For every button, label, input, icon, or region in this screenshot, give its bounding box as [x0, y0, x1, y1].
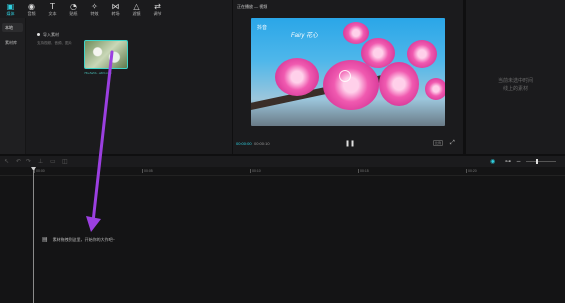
- media-panel: 本地 素材库 导入素材 支持视频、音频、图片 7fbe5a5b...a6f3.m…: [0, 18, 232, 154]
- ruler-tick: 00:15: [358, 169, 369, 173]
- effects-icon: ✧: [91, 1, 98, 11]
- tool-effects-label: 特效: [90, 10, 99, 16]
- fullscreen-icon[interactable]: ⤢: [450, 139, 455, 147]
- tool-text-label: 文本: [48, 10, 57, 16]
- properties-empty-text: 当前未选中时间 线上的素材: [466, 77, 565, 93]
- select-icon[interactable]: ↖: [4, 158, 9, 165]
- blossom: [407, 40, 437, 68]
- play-pause-button[interactable]: ❚❚: [345, 140, 355, 147]
- timeline-drop-hint: ▤ 素材拖拽到这里，开始你的大作吧~: [42, 236, 115, 243]
- tool-text[interactable]: T 文本: [42, 0, 63, 18]
- ruler-tick: 00:10: [250, 169, 261, 173]
- transition-icon: ⋈: [111, 1, 120, 11]
- media-icon: ▣: [6, 1, 15, 11]
- import-hint: 支持视频、音频、图片: [37, 41, 72, 45]
- freeze-icon[interactable]: ◫: [62, 158, 68, 165]
- filter-icon: △: [133, 1, 140, 11]
- delete-icon[interactable]: ▭: [50, 158, 56, 165]
- zoom-out-icon[interactable]: −: [516, 158, 521, 165]
- blossom: [425, 78, 445, 100]
- loading-ring-icon: [339, 70, 351, 82]
- blossom: [343, 22, 369, 44]
- film-icon: ▤: [42, 236, 48, 243]
- properties-empty-line-2: 线上的素材: [502, 86, 528, 92]
- time-ruler[interactable]: 00:00 00:05 00:10 00:15 00:20: [0, 167, 565, 176]
- current-time: 00:00:00: [236, 141, 252, 146]
- tool-sticker-label: 贴纸: [69, 10, 78, 16]
- audio-icon: ◉: [28, 1, 35, 11]
- timeline-area[interactable]: 00:00 00:05 00:10 00:15 00:20: [0, 167, 565, 303]
- tool-filter[interactable]: △ 滤镜: [126, 0, 147, 18]
- sidebar-item-library[interactable]: 素材库: [2, 38, 23, 47]
- tool-media-label: 媒体: [6, 10, 15, 16]
- media-thumbnail[interactable]: [84, 40, 128, 69]
- import-button[interactable]: 导入素材 支持视频、音频、图片: [37, 32, 79, 46]
- tool-transition-label: 转场: [111, 10, 120, 16]
- playhead[interactable]: [33, 170, 34, 303]
- plus-icon: [37, 33, 40, 37]
- video-preview[interactable]: 抖音 Fairy 花心: [251, 18, 445, 126]
- snap-icon[interactable]: ◉: [490, 158, 495, 165]
- timeline-toolbar: ↖ ↶ ↷ ⊥ ▭ ◫ ◉ ⊶ −: [0, 156, 565, 167]
- tool-effects[interactable]: ✧ 特效: [84, 0, 105, 18]
- ratio-button[interactable]: 比例: [433, 140, 443, 146]
- ruler-tick: 00:00: [34, 169, 45, 173]
- blossom: [275, 58, 319, 96]
- tool-filter-label: 滤镜: [132, 10, 141, 16]
- blossom: [323, 60, 379, 110]
- redo-icon[interactable]: ↷: [26, 158, 31, 165]
- undo-icon[interactable]: ↶: [16, 158, 21, 165]
- adjust-icon: ⇄: [154, 1, 161, 11]
- tool-transition[interactable]: ⋈ 转场: [105, 0, 126, 18]
- media-sidebar: 本地 素材库: [0, 18, 26, 154]
- link-icon[interactable]: ⊶: [505, 158, 511, 165]
- top-toolbar: ▣ 媒体 ◉ 音频 T 文本 ◔ 贴纸 ✧ 特效 ⋈ 转场 △ 滤镜 ⇄ 调节: [0, 0, 232, 18]
- tool-audio[interactable]: ◉ 音频: [21, 0, 42, 18]
- zoom-slider-handle[interactable]: [536, 159, 538, 164]
- sticker-icon: ◔: [70, 1, 77, 11]
- total-time: 00:00:10: [254, 141, 270, 146]
- ruler-tick: 00:20: [466, 169, 477, 173]
- split-icon[interactable]: ⊥: [38, 158, 43, 165]
- text-icon: T: [50, 1, 55, 11]
- tool-adjust-label: 调节: [153, 10, 162, 16]
- sidebar-item-local[interactable]: 本地: [2, 23, 23, 32]
- drop-hint-text: 素材拖拽到这里，开始你的大作吧~: [52, 236, 116, 242]
- ruler-tick: 00:05: [142, 169, 153, 173]
- properties-panel: 当前未选中时间 线上的素材: [466, 0, 565, 154]
- player-title: 正在播放 — 视频: [237, 4, 268, 9]
- tool-sticker[interactable]: ◔ 贴纸: [63, 0, 84, 18]
- watermark: 抖音: [257, 25, 268, 31]
- thumbnail-filename: 7fbe5a5b...a6f3.mp4: [84, 71, 112, 75]
- tool-adjust[interactable]: ⇄ 调节: [147, 0, 168, 18]
- properties-empty-line-1: 当前未选中时间: [497, 78, 533, 84]
- tool-media[interactable]: ▣ 媒体: [0, 0, 21, 18]
- import-label: 导入素材: [43, 32, 59, 37]
- zoom-slider-track[interactable]: [526, 161, 556, 162]
- player-panel: 正在播放 — 视频 抖音 Fairy 花心 00:00:00 00:00:10 …: [233, 0, 463, 154]
- watermark-script: Fairy 花心: [291, 33, 319, 39]
- blossom: [379, 62, 419, 106]
- tool-audio-label: 音频: [27, 10, 36, 16]
